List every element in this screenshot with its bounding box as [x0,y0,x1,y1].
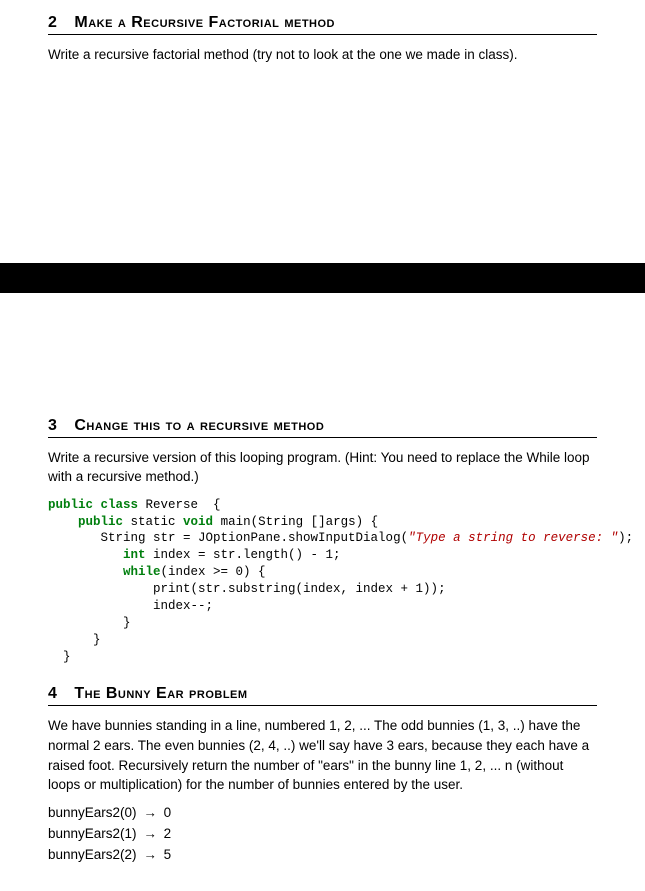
section-3-body: Write a recursive version of this loopin… [48,448,597,487]
code-kw: public class [48,498,138,512]
blank-space-2 [48,299,597,409]
code-text: (index >= 0) { [161,565,266,579]
section-4-title: The Bunny Ear problem [74,685,247,702]
example-result: 5 [164,847,172,862]
section-3-heading: 3 Change this to a recursive method [48,417,597,438]
page-lower: 3 Change this to a recursive method Writ… [0,293,645,891]
section-4-heading: 4 The Bunny Ear problem [48,685,597,706]
code-text: String str = JOptionPane.showInputDialog… [101,531,409,545]
example-row: bunnyEars2(2) → 5 [48,845,597,866]
page-upper: 2 Make a Recursive Factorial method Writ… [0,0,645,263]
example-call: bunnyEars2(0) [48,805,137,820]
section-4-body: We have bunnies standing in a line, numb… [48,716,597,794]
code-text: } [48,650,71,664]
example-call: bunnyEars2(2) [48,847,137,862]
code-text: ); [618,531,633,545]
page-divider [0,263,645,293]
section-3-number: 3 [48,417,57,435]
code-block: public class Reverse { public static voi… [48,497,597,666]
section-2-body: Write a recursive factorial method (try … [48,45,597,65]
section-2-heading: 2 Make a Recursive Factorial method [48,14,597,35]
section-4-number: 4 [48,685,57,703]
code-text: } [48,616,131,630]
code-pad [48,565,123,579]
code-text: index--; [48,599,213,613]
arrow-icon: → [143,847,157,862]
code-pad [48,531,101,545]
code-kw: void [183,515,213,529]
example-call: bunnyEars2(1) [48,826,137,841]
code-pad [48,515,78,529]
code-string: "Type a string to reverse: " [408,531,618,545]
example-row: bunnyEars2(0) → 0 [48,803,597,824]
code-kw: while [123,565,161,579]
code-text: main(String []args) { [213,515,378,529]
code-text: static [123,515,183,529]
example-row: bunnyEars2(1) → 2 [48,824,597,845]
section-3-title: Change this to a recursive method [74,417,324,434]
arrow-icon: → [143,805,157,820]
code-text: Reverse { [138,498,221,512]
code-kw: public [78,515,123,529]
section-2-number: 2 [48,14,57,32]
code-kw: int [123,548,146,562]
code-text: } [48,633,101,647]
code-text: index = str.length() - 1; [146,548,341,562]
code-text: print(str.substring(index, index + 1)); [48,582,446,596]
arrow-icon: → [143,826,157,841]
blank-space [48,73,597,243]
section-2-title: Make a Recursive Factorial method [74,14,335,31]
example-result: 2 [164,826,172,841]
example-list: bunnyEars2(0) → 0 bunnyEars2(1) → 2 bunn… [48,803,597,866]
code-pad [48,548,123,562]
example-result: 0 [164,805,172,820]
